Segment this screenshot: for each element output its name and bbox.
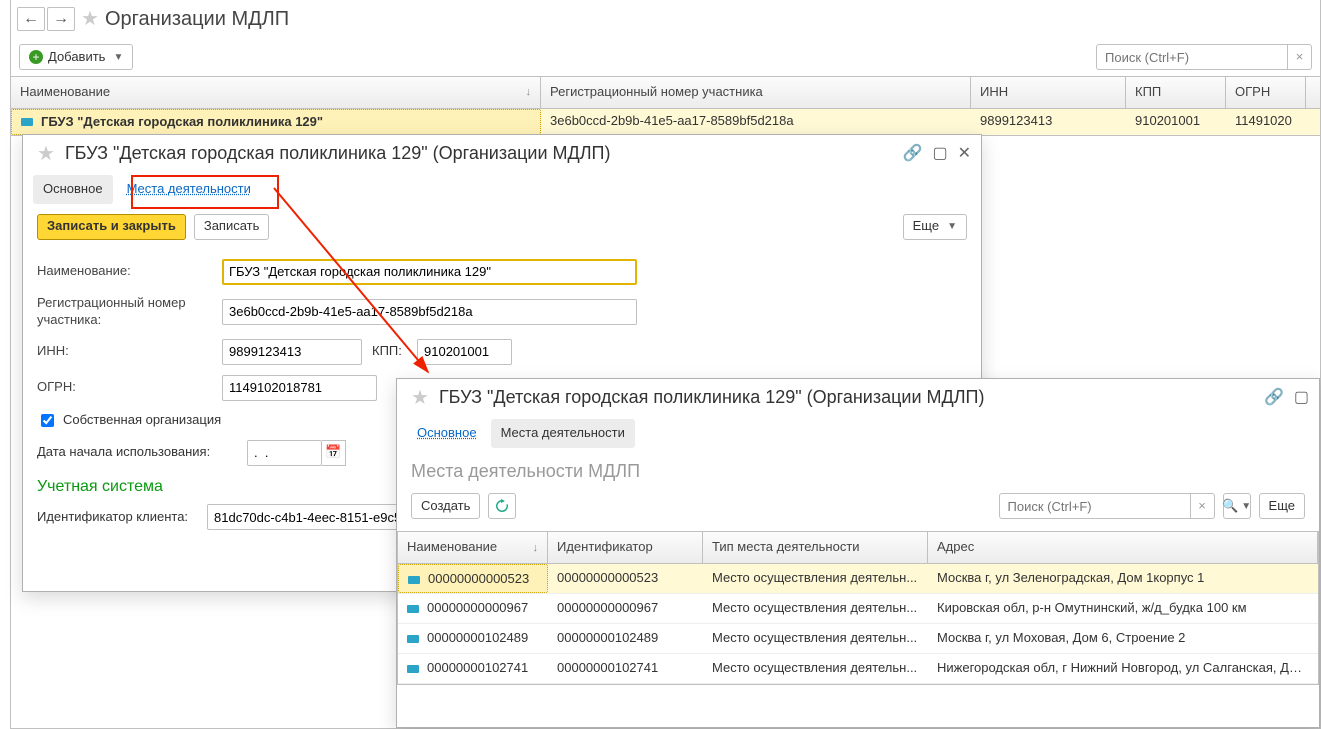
client-id-field[interactable] bbox=[207, 504, 417, 530]
more-button[interactable]: Еще bbox=[1259, 493, 1305, 519]
row-icon bbox=[407, 605, 419, 613]
maximize-icon[interactable]: ▢ bbox=[1294, 390, 1309, 406]
places-toolbar: Создать × 🔍▼ Еще bbox=[397, 493, 1319, 531]
more-button[interactable]: Еще▼ bbox=[903, 214, 967, 240]
label-kpp: КПП: bbox=[372, 343, 407, 360]
link-icon[interactable]: 🔗 bbox=[903, 146, 923, 162]
tabs: Основное Места деятельности bbox=[23, 175, 981, 214]
tab-main[interactable]: Основное bbox=[407, 419, 487, 448]
col-type[interactable]: Тип места деятельности bbox=[703, 532, 928, 563]
label-client: Идентификатор клиента: bbox=[37, 509, 197, 526]
row-icon bbox=[407, 665, 419, 673]
tab-places[interactable]: Места деятельности bbox=[491, 419, 635, 448]
create-button[interactable]: Создать bbox=[411, 493, 480, 519]
tabs: Основное Места деятельности bbox=[397, 419, 1319, 458]
main-toolbar: + Добавить ▼ × bbox=[11, 38, 1320, 76]
col-id[interactable]: Идентификатор bbox=[548, 532, 703, 563]
chevron-down-icon: ▼ bbox=[113, 51, 123, 64]
search-box: × bbox=[1096, 44, 1312, 70]
star-icon[interactable]: ★ bbox=[411, 385, 429, 411]
chevron-down-icon: ▼ bbox=[947, 220, 957, 233]
window-controls: 🔗 ▢ bbox=[1264, 390, 1309, 406]
table-row[interactable]: 0000000000052300000000000523Место осущес… bbox=[398, 564, 1318, 594]
col-name[interactable]: Наименование↓ bbox=[398, 532, 548, 563]
table-row[interactable]: 0000000010274100000000102741Место осущес… bbox=[398, 654, 1318, 684]
own-org-check[interactable] bbox=[41, 414, 54, 427]
reg-field[interactable] bbox=[222, 299, 637, 325]
clear-search-button[interactable]: × bbox=[1287, 45, 1311, 69]
chevron-down-icon: ▼ bbox=[1241, 500, 1251, 513]
row-icon bbox=[408, 576, 420, 584]
places-search-input[interactable] bbox=[1000, 499, 1190, 514]
inn-field[interactable] bbox=[222, 339, 362, 365]
star-icon[interactable]: ★ bbox=[37, 141, 55, 167]
col-name[interactable]: Наименование↓ bbox=[11, 77, 541, 108]
dialog-toolbar: Записать и закрыть Записать Еще▼ bbox=[23, 214, 981, 254]
calendar-icon[interactable]: 📅 bbox=[322, 440, 346, 466]
col-kpp[interactable]: КПП bbox=[1126, 77, 1226, 108]
places-search: × bbox=[999, 493, 1215, 519]
col-addr[interactable]: Адрес bbox=[928, 532, 1318, 563]
label-name: Наименование: bbox=[37, 263, 212, 280]
topbar: ← → ★ Организации МДЛП bbox=[11, 0, 1320, 38]
places-subtitle: Места деятельности МДЛП bbox=[397, 458, 1319, 493]
page-title: Организации МДЛП bbox=[105, 6, 289, 32]
grid-header: Наименование↓ Идентификатор Тип места де… bbox=[398, 532, 1318, 564]
label-inn: ИНН: bbox=[37, 343, 212, 360]
kpp-field[interactable] bbox=[417, 339, 512, 365]
search-button[interactable]: 🔍▼ bbox=[1223, 493, 1251, 519]
label-ogrn: ОГРН: bbox=[37, 379, 212, 396]
date-field[interactable] bbox=[247, 440, 322, 466]
nav-forward-button[interactable]: → bbox=[47, 7, 75, 31]
col-reg[interactable]: Регистрационный номер участника bbox=[541, 77, 971, 108]
row-icon bbox=[21, 118, 33, 126]
star-icon[interactable]: ★ bbox=[81, 6, 99, 32]
save-close-button[interactable]: Записать и закрыть bbox=[37, 214, 186, 240]
table-row[interactable]: 0000000000096700000000000967Место осущес… bbox=[398, 594, 1318, 624]
table-row[interactable]: 0000000010248900000000102489Место осущес… bbox=[398, 624, 1318, 654]
sort-arrow-icon: ↓ bbox=[533, 541, 539, 555]
sort-arrow-icon: ↓ bbox=[526, 85, 532, 99]
search-input[interactable] bbox=[1097, 50, 1287, 65]
grid-header: Наименование↓ Регистрационный номер учас… bbox=[11, 77, 1320, 109]
clear-search-button[interactable]: × bbox=[1190, 494, 1214, 518]
col-ogrn[interactable]: ОГРН bbox=[1226, 77, 1306, 108]
add-button-label: Добавить bbox=[48, 49, 105, 66]
ogrn-field[interactable] bbox=[222, 375, 377, 401]
label-date: Дата начала использования: bbox=[37, 444, 237, 461]
link-icon[interactable]: 🔗 bbox=[1264, 390, 1284, 406]
label-reg: Регистрационный номер участника: bbox=[37, 295, 212, 329]
table-row[interactable]: ГБУЗ "Детская городская поликлиника 129"… bbox=[11, 109, 1320, 135]
refresh-button[interactable] bbox=[488, 493, 516, 519]
row-icon bbox=[407, 635, 419, 643]
main-grid: Наименование↓ Регистрационный номер учас… bbox=[11, 76, 1320, 136]
own-org-checkbox[interactable]: Собственная организация bbox=[37, 411, 221, 430]
add-button[interactable]: + Добавить ▼ bbox=[19, 44, 133, 70]
dialog-places: ★ ГБУЗ "Детская городская поликлиника 12… bbox=[396, 378, 1320, 728]
nav-back-button[interactable]: ← bbox=[17, 7, 45, 31]
close-icon[interactable]: ✕ bbox=[958, 146, 971, 162]
tab-main[interactable]: Основное bbox=[33, 175, 113, 204]
plus-icon: + bbox=[29, 50, 43, 64]
window-controls: 🔗 ▢ ✕ bbox=[903, 146, 971, 162]
dialog-title: ГБУЗ "Детская городская поликлиника 129"… bbox=[65, 142, 611, 165]
places-grid: Наименование↓ Идентификатор Тип места де… bbox=[397, 531, 1319, 685]
col-inn[interactable]: ИНН bbox=[971, 77, 1126, 108]
tab-places[interactable]: Места деятельности bbox=[117, 175, 261, 204]
dialog-title: ГБУЗ "Детская городская поликлиника 129"… bbox=[439, 386, 985, 409]
name-field[interactable] bbox=[222, 259, 637, 285]
dialog-header: ★ ГБУЗ "Детская городская поликлиника 12… bbox=[397, 379, 1319, 419]
save-button[interactable]: Записать bbox=[194, 214, 270, 240]
refresh-icon bbox=[495, 499, 509, 513]
maximize-icon[interactable]: ▢ bbox=[932, 146, 947, 162]
dialog-header: ★ ГБУЗ "Детская городская поликлиника 12… bbox=[23, 135, 981, 175]
